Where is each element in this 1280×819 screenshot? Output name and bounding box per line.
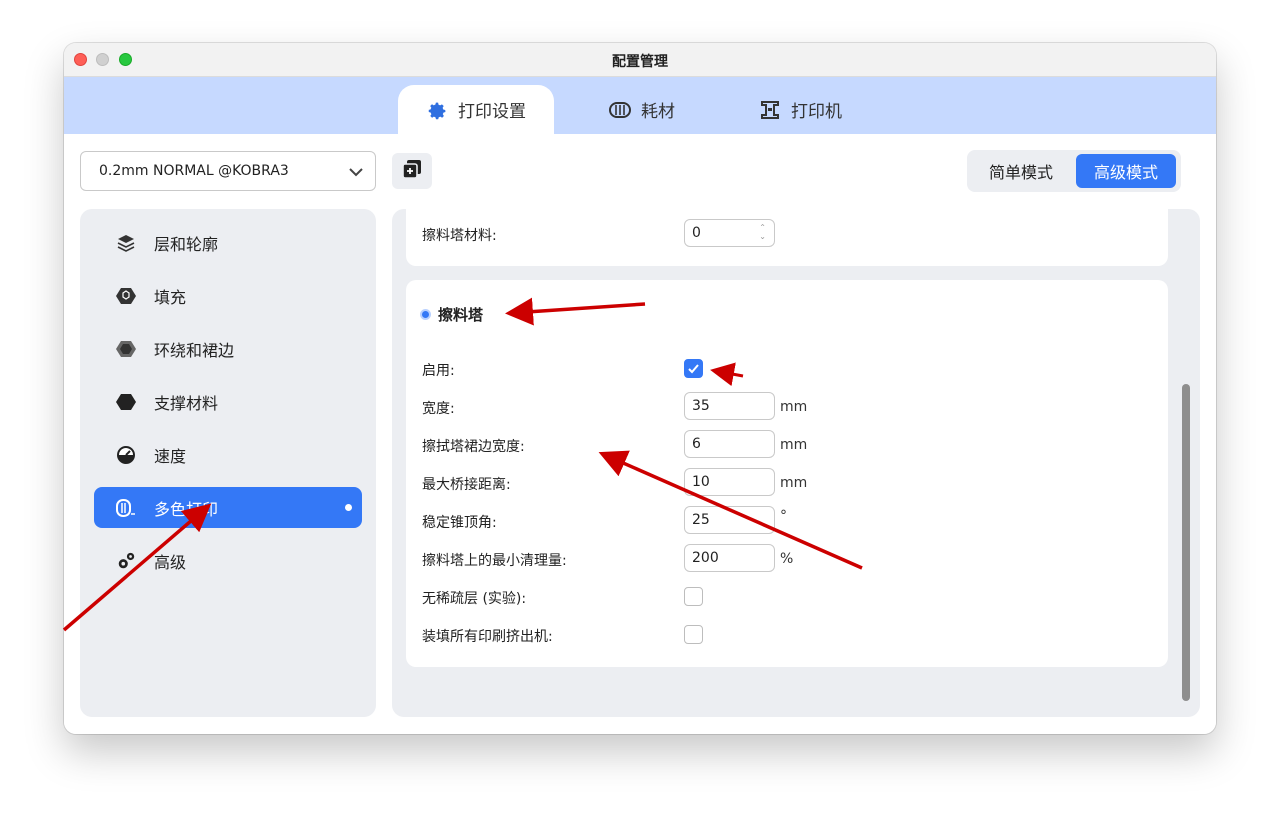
settings-panel: 擦料塔材料: 0 ⌃ ⌄ 擦料塔 启用: 宽度: 35 mm 擦拭塔裙边宽度: 6…	[392, 209, 1200, 717]
skirt-icon	[116, 339, 136, 359]
tab-printer[interactable]: 打印机	[759, 85, 842, 134]
cone-angle-label: 稳定锥顶角:	[422, 515, 497, 531]
section-title: 擦料塔	[438, 306, 484, 324]
input-value: 10	[692, 474, 710, 490]
input-value: 25	[692, 512, 710, 528]
brim-width-label: 擦拭塔裙边宽度:	[422, 439, 525, 455]
no-sparse-label: 无稀疏层 (实验):	[422, 591, 527, 607]
input-value: 35	[692, 398, 710, 414]
settings-sidebar: 层和轮廓 填充 环绕和裙边 支撑材料 速度 多色打印 高级	[80, 209, 376, 717]
sidebar-item-label: 多色打印	[154, 499, 219, 519]
copy-plus-icon	[402, 159, 422, 183]
support-icon	[116, 392, 136, 412]
gear-icon	[426, 99, 448, 121]
sidebar-item-multicolor[interactable]: 多色打印	[94, 487, 362, 528]
tab-bar: 打印设置 耗材 打印机	[64, 77, 1216, 134]
sidebar-item-label: 层和轮廓	[154, 234, 219, 254]
wipe-tower-filament-input[interactable]: 0 ⌃ ⌄	[684, 219, 775, 247]
input-value: 0	[692, 225, 701, 241]
tab-label: 打印机	[791, 102, 842, 122]
advanced-mode-button[interactable]: 高级模式	[1076, 154, 1176, 188]
cone-angle-unit: °	[780, 508, 787, 524]
max-bridge-label: 最大桥接距离:	[422, 477, 511, 493]
tab-filament[interactable]: 耗材	[609, 85, 675, 134]
title-bar: 配置管理	[64, 43, 1216, 77]
tab-print-settings[interactable]: 打印设置	[398, 85, 554, 134]
spinner-arrows-icon[interactable]: ⌃ ⌄	[759, 223, 766, 241]
simple-mode-button[interactable]: 简单模式	[971, 154, 1071, 188]
cone-angle-input[interactable]: 25	[684, 506, 775, 534]
tab-label: 打印设置	[458, 102, 526, 122]
width-label: 宽度:	[422, 401, 455, 417]
window-title: 配置管理	[612, 54, 668, 70]
input-value: 200	[692, 550, 719, 566]
prime-all-checkbox[interactable]	[684, 625, 703, 644]
sidebar-item-label: 环绕和裙边	[154, 340, 235, 360]
preset-value: 0.2mm NORMAL @KOBRA3	[99, 163, 289, 179]
checkmark-icon	[688, 364, 699, 374]
prime-tower-filament-card: 擦料塔材料: 0 ⌃ ⌄	[406, 209, 1168, 266]
sidebar-item-label: 支撑材料	[154, 393, 219, 413]
prime-all-label: 装填所有印刷挤出机:	[422, 629, 553, 645]
scrollbar-thumb[interactable]	[1182, 384, 1190, 701]
input-value: 6	[692, 436, 701, 452]
sidebar-item-advanced[interactable]: 高级	[94, 540, 362, 581]
sidebar-item-label: 高级	[154, 552, 187, 572]
sidebar-item-label: 填充	[154, 287, 187, 307]
copy-preset-button[interactable]	[392, 153, 432, 189]
wipe-tower-filament-label: 擦料塔材料:	[422, 228, 497, 244]
layers-icon	[116, 233, 136, 253]
tab-label: 耗材	[641, 102, 675, 122]
sidebar-item-infill[interactable]: 填充	[94, 275, 362, 316]
sidebar-item-layers[interactable]: 层和轮廓	[94, 222, 362, 263]
brim-width-input[interactable]: 6	[684, 430, 775, 458]
sidebar-item-support[interactable]: 支撑材料	[94, 381, 362, 422]
no-sparse-checkbox[interactable]	[684, 587, 703, 606]
content-area: 0.2mm NORMAL @KOBRA3 简单模式 高级模式 层和轮廓 填充 环…	[64, 134, 1216, 734]
min-purge-input[interactable]: 200	[684, 544, 775, 572]
wipe-tower-card: 擦料塔 启用: 宽度: 35 mm 擦拭塔裙边宽度: 6 mm 最大桥接距离: …	[406, 280, 1168, 667]
sidebar-item-skirt[interactable]: 环绕和裙边	[94, 328, 362, 369]
enable-label: 启用:	[422, 363, 455, 379]
min-purge-unit: %	[780, 551, 794, 567]
sidebar-item-label: 速度	[154, 446, 187, 466]
printer-icon	[759, 99, 781, 121]
preset-dropdown[interactable]: 0.2mm NORMAL @KOBRA3	[80, 151, 376, 191]
enable-checkbox[interactable]	[684, 359, 703, 378]
filament-spool-icon	[609, 99, 631, 121]
infill-icon	[116, 286, 136, 306]
sidebar-item-speed[interactable]: 速度	[94, 434, 362, 475]
width-unit: mm	[780, 399, 808, 415]
brim-width-unit: mm	[780, 437, 808, 453]
section-bullet-icon	[420, 309, 431, 320]
max-bridge-unit: mm	[780, 475, 808, 491]
advanced-gears-icon	[116, 551, 136, 571]
active-indicator-dot	[345, 504, 352, 511]
max-bridge-input[interactable]: 10	[684, 468, 775, 496]
min-purge-label: 擦料塔上的最小清理量:	[422, 553, 567, 569]
config-manager-window: 配置管理 打印设置 耗材 打印机 0.2mm NORMAL @KOBRA3 简单…	[64, 43, 1216, 734]
multicolor-icon	[116, 498, 136, 518]
width-input[interactable]: 35	[684, 392, 775, 420]
speed-icon	[116, 445, 136, 465]
chevron-down-icon	[347, 163, 365, 185]
mode-switch: 简单模式 高级模式	[967, 150, 1181, 192]
